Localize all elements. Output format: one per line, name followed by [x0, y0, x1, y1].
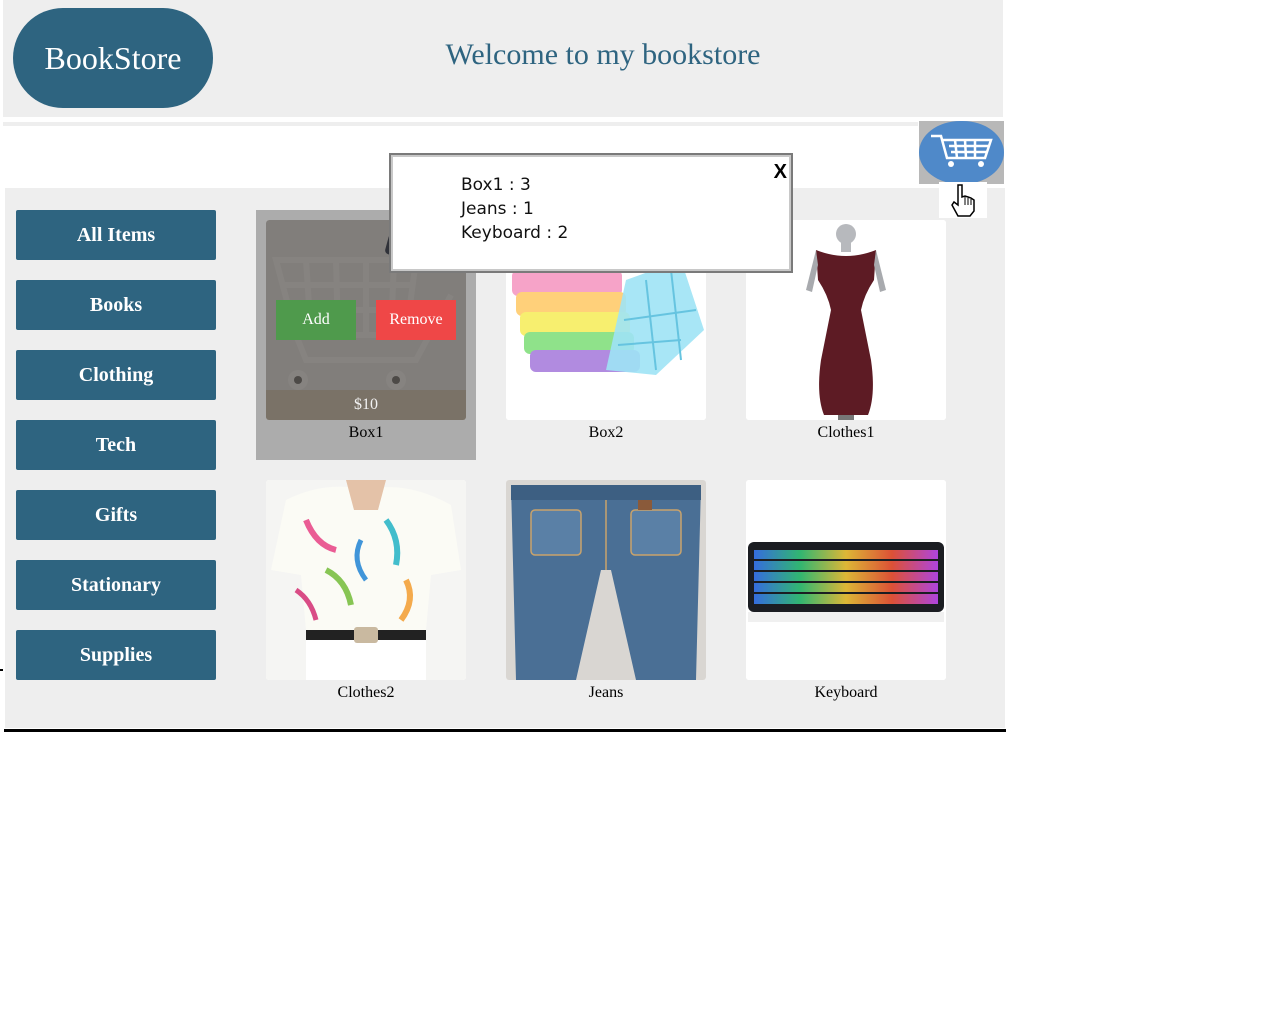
product-name-clothes1: Clothes1 [817, 424, 875, 441]
page-title: Welcome to my bookstore [445, 38, 761, 71]
cart-button[interactable] [919, 121, 1004, 184]
footer-divider [4, 729, 1006, 732]
product-image-jeans[interactable] [506, 480, 706, 680]
product-image-clothes2[interactable] [266, 480, 466, 680]
product-price: $10 [266, 390, 466, 420]
header: BookStore Welcome to my bookstore [3, 0, 1003, 117]
edge-mark [0, 669, 3, 671]
product-name-box1: Box1 [348, 424, 384, 441]
product-name-keyboard: Keyboard [814, 684, 878, 701]
remove-from-cart-button[interactable]: Remove [376, 300, 456, 340]
product-name-box2: Box2 [588, 424, 624, 441]
header-divider [3, 122, 918, 126]
product-name-clothes2: Clothes2 [337, 684, 395, 701]
close-icon[interactable]: X [774, 161, 787, 184]
hand-pointer-icon [939, 182, 987, 218]
clothes2-photo [266, 480, 466, 680]
product-image-keyboard[interactable] [746, 480, 946, 680]
sidebar-item-all-items[interactable]: All Items [16, 210, 216, 260]
product-name-jeans: Jeans [588, 684, 624, 701]
cart-button-circle[interactable] [919, 121, 1004, 184]
logo[interactable]: BookStore [13, 8, 213, 108]
cart-item: Keyboard : 2 [461, 223, 569, 243]
add-to-cart-button[interactable]: Add [276, 300, 356, 340]
cart-item-list: Box1 : 3 Jeans : 1 Keyboard : 2 [461, 173, 568, 245]
sidebar-item-supplies[interactable]: Supplies [16, 630, 216, 680]
sidebar-item-gifts[interactable]: Gifts [16, 490, 216, 540]
shopping-cart-icon [927, 130, 997, 175]
sidebar-item-tech[interactable]: Tech [16, 420, 216, 470]
sidebar-item-stationary[interactable]: Stationary [16, 560, 216, 610]
jeans-photo [506, 480, 706, 680]
cart-item: Box1 : 3 [461, 175, 531, 195]
keyboard-photo [746, 480, 946, 680]
sidebar-item-books[interactable]: Books [16, 280, 216, 330]
sidebar-item-clothing[interactable]: Clothing [16, 350, 216, 400]
cart-item: Jeans : 1 [461, 199, 534, 219]
cart-popup: X Box1 : 3 Jeans : 1 Keyboard : 2 [389, 153, 793, 273]
